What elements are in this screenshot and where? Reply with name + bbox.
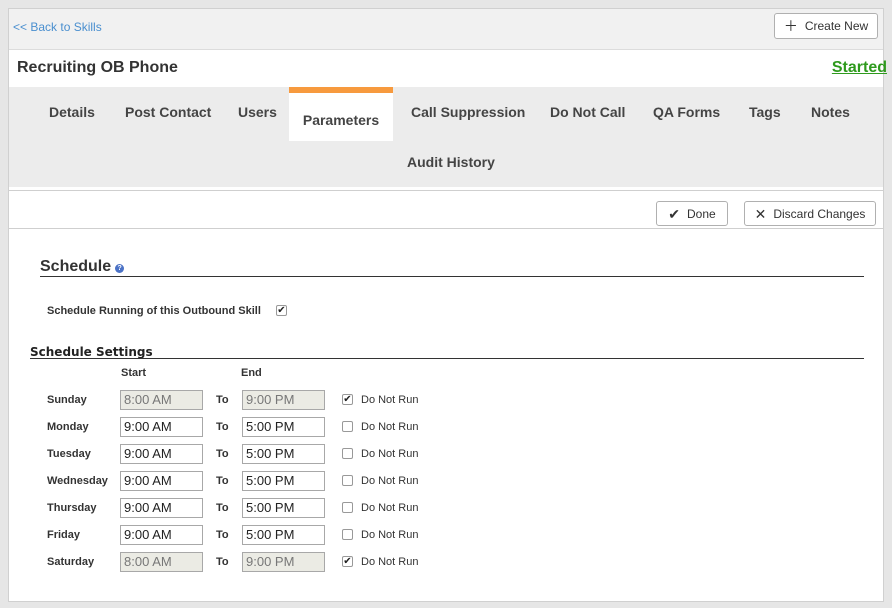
create-new-button[interactable]: ＋ Create New <box>774 13 878 39</box>
do-not-run-label: Do Not Run <box>361 421 419 433</box>
do-not-run-checkbox-friday[interactable] <box>342 529 353 540</box>
end-time-input-thursday[interactable]: 5:00 PM <box>242 498 325 518</box>
tab-bar: Details Post Contact Users Parameters Ca… <box>9 87 883 187</box>
tab-audit-history[interactable]: Audit History <box>407 154 495 170</box>
checkmark-icon: ✔ <box>668 205 681 222</box>
tab-do-not-call[interactable]: Do Not Call <box>550 104 625 120</box>
status-link[interactable]: Started <box>832 59 887 77</box>
done-button[interactable]: ✔ Done <box>656 201 728 226</box>
schedule-section-title: Schedule ? <box>40 258 125 276</box>
day-label-thursday: Thursday <box>47 502 97 514</box>
to-label: To <box>216 556 229 568</box>
schedule-running-label: Schedule Running of this Outbound Skill <box>47 305 261 317</box>
day-label-tuesday: Tuesday <box>47 448 91 460</box>
top-bar: << Back to Skills ＋ Create New <box>9 9 883 50</box>
tab-parameters-label: Parameters <box>302 112 380 128</box>
do-not-run-checkbox-sunday[interactable]: ✔ <box>342 394 353 405</box>
skill-detail-panel: << Back to Skills ＋ Create New Recruitin… <box>8 8 887 602</box>
start-column-header: Start <box>121 367 147 379</box>
do-not-run-label: Do Not Run <box>361 529 419 541</box>
start-time-input-friday[interactable]: 9:00 AM <box>120 525 203 545</box>
tab-users[interactable]: Users <box>238 104 277 120</box>
do-not-run-checkbox-thursday[interactable] <box>342 502 353 513</box>
close-icon: ✕ <box>754 205 767 222</box>
end-time-input-monday[interactable]: 5:00 PM <box>242 417 325 437</box>
tab-parameters[interactable]: Parameters <box>289 87 393 141</box>
discard-changes-label: Discard Changes <box>773 206 866 221</box>
do-not-run-checkbox-saturday[interactable]: ✔ <box>342 556 353 567</box>
start-time-input-thursday[interactable]: 9:00 AM <box>120 498 203 518</box>
end-time-input-sunday[interactable]: 9:00 PM <box>242 390 325 410</box>
do-not-run-label: Do Not Run <box>361 556 419 568</box>
discard-changes-button[interactable]: ✕ Discard Changes <box>744 201 876 226</box>
start-time-input-monday[interactable]: 9:00 AM <box>120 417 203 437</box>
tab-tags[interactable]: Tags <box>749 104 781 120</box>
do-not-run-checkbox-wednesday[interactable] <box>342 475 353 486</box>
day-label-friday: Friday <box>47 529 81 541</box>
end-time-input-friday[interactable]: 5:00 PM <box>242 525 325 545</box>
start-time-input-saturday[interactable]: 8:00 AM <box>120 552 203 572</box>
tab-post-contact[interactable]: Post Contact <box>125 104 211 120</box>
to-label: To <box>216 502 229 514</box>
help-icon[interactable]: ? <box>115 264 125 273</box>
create-new-label: Create New <box>804 19 869 33</box>
start-time-input-wednesday[interactable]: 9:00 AM <box>120 471 203 491</box>
tab-call-suppression[interactable]: Call Suppression <box>411 104 525 120</box>
to-label: To <box>216 529 229 541</box>
section-underline <box>40 276 864 277</box>
end-time-input-tuesday[interactable]: 5:00 PM <box>242 444 325 464</box>
back-to-skills-link[interactable]: << Back to Skills <box>13 20 102 34</box>
divider <box>9 190 883 191</box>
start-time-input-sunday[interactable]: 8:00 AM <box>120 390 203 410</box>
day-label-monday: Monday <box>47 421 89 433</box>
end-time-input-saturday[interactable]: 9:00 PM <box>242 552 325 572</box>
to-label: To <box>216 475 229 487</box>
schedule-title-text: Schedule <box>40 258 112 275</box>
tab-qa-forms[interactable]: QA Forms <box>653 104 720 120</box>
schedule-running-checkbox[interactable]: ✔ <box>276 305 287 316</box>
day-label-sunday: Sunday <box>47 394 87 406</box>
page-title: Recruiting OB Phone <box>17 59 178 76</box>
end-column-header: End <box>241 367 262 379</box>
tab-details[interactable]: Details <box>49 104 95 120</box>
settings-underline <box>30 358 864 359</box>
do-not-run-checkbox-tuesday[interactable] <box>342 448 353 459</box>
to-label: To <box>216 448 229 460</box>
do-not-run-label: Do Not Run <box>361 502 419 514</box>
to-label: To <box>216 394 229 406</box>
do-not-run-checkbox-monday[interactable] <box>342 421 353 432</box>
to-label: To <box>216 421 229 433</box>
done-label: Done <box>687 206 716 221</box>
schedule-settings-title: Schedule Settings <box>30 345 153 359</box>
do-not-run-label: Do Not Run <box>361 448 419 460</box>
day-label-saturday: Saturday <box>47 556 95 568</box>
divider <box>9 228 883 229</box>
do-not-run-label: Do Not Run <box>361 394 419 406</box>
start-time-input-tuesday[interactable]: 9:00 AM <box>120 444 203 464</box>
day-label-wednesday: Wednesday <box>47 475 108 487</box>
do-not-run-label: Do Not Run <box>361 475 419 487</box>
plus-icon: ＋ <box>783 18 798 34</box>
tab-notes[interactable]: Notes <box>811 104 850 120</box>
end-time-input-wednesday[interactable]: 5:00 PM <box>242 471 325 491</box>
